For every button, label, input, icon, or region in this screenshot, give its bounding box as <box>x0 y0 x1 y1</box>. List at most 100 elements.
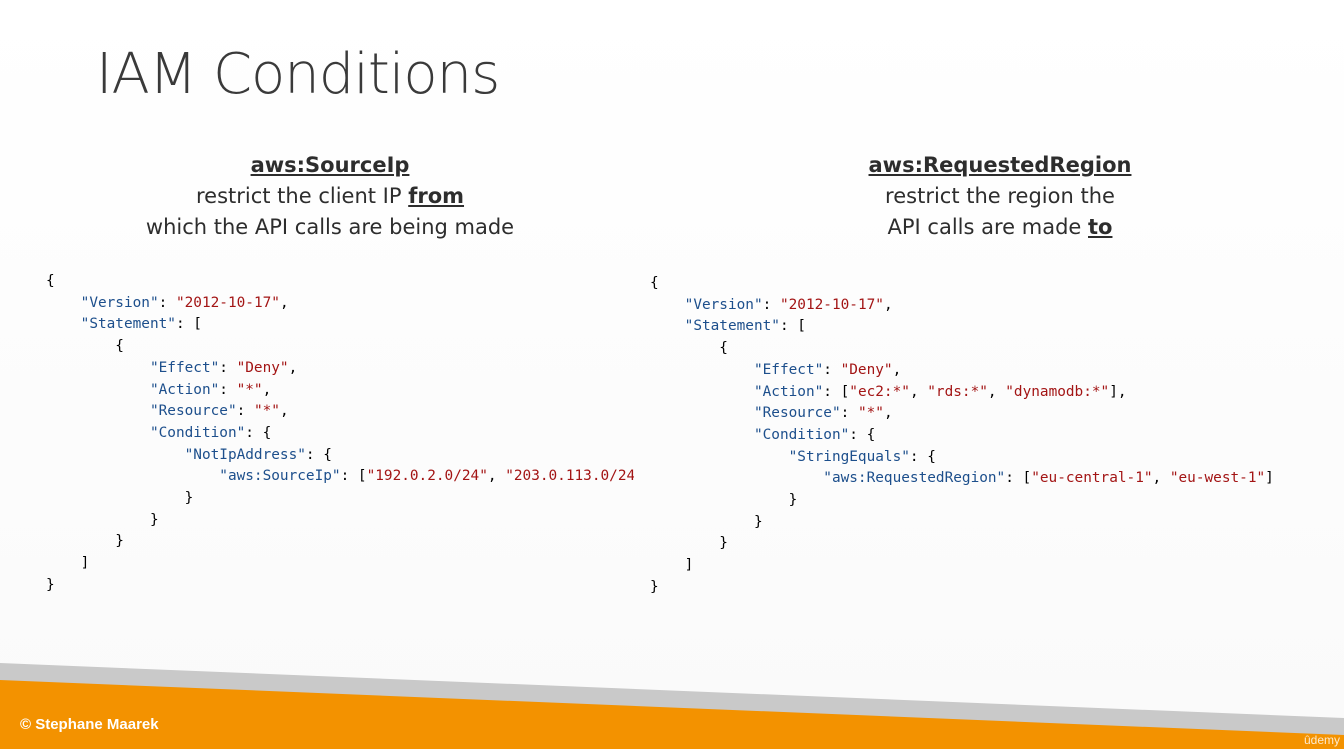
code-line: { <box>650 273 1340 295</box>
json-punctuation: : <box>158 294 176 311</box>
requested-region-heading-block: aws:RequestedRegion restrict the region … <box>820 150 1180 243</box>
json-key: "Action" <box>149 381 220 398</box>
code-line: "Condition": { <box>46 423 634 445</box>
code-line: { <box>46 336 634 358</box>
code-line: } <box>650 512 1340 534</box>
json-punctuation: } <box>46 533 124 550</box>
json-punctuation: : [ <box>175 316 202 333</box>
json-key: "aws:RequestedRegion" <box>823 470 1006 487</box>
code-line: { <box>650 338 1340 360</box>
json-punctuation: { <box>650 340 728 357</box>
json-key: "Resource" <box>149 403 237 420</box>
json-punctuation: , <box>883 296 893 313</box>
json-key: "Version" <box>80 294 159 311</box>
code-line: ] <box>46 553 634 575</box>
code-line: } <box>650 490 1340 512</box>
code-line: "Effect": "Deny", <box>650 360 1340 382</box>
code-line: "aws:SourceIp": ["192.0.2.0/24", "203.0.… <box>46 466 634 488</box>
json-punctuation <box>650 470 823 486</box>
json-punctuation: ], <box>1109 383 1127 400</box>
json-punctuation <box>46 360 150 376</box>
json-key: "NotIpAddress" <box>184 446 306 463</box>
code-line: "Version": "2012-10-17", <box>650 295 1340 317</box>
json-punctuation: : <box>219 359 237 376</box>
json-punctuation: : [ <box>779 318 806 335</box>
source-ip-heading: aws:SourceIp <box>250 153 410 177</box>
json-punctuation: } <box>650 535 728 552</box>
json-string: "2012-10-17" <box>779 296 884 313</box>
json-punctuation: : [ <box>1005 470 1032 487</box>
json-string: "ec2:*" <box>849 383 910 400</box>
json-string: "rds:*" <box>927 383 988 400</box>
code-line: "Statement": [ <box>46 314 634 336</box>
json-key: "Condition" <box>149 424 246 441</box>
json-string: "2012-10-17" <box>175 294 280 311</box>
json-punctuation: ] <box>1265 470 1274 487</box>
json-punctuation <box>650 384 754 400</box>
requested-region-desc-pre: API calls are made <box>887 215 1088 239</box>
json-key: "Version" <box>684 296 763 313</box>
json-string: "*" <box>857 405 884 422</box>
code-line: } <box>650 533 1340 555</box>
json-punctuation: ] <box>46 555 90 572</box>
code-line: "Condition": { <box>650 425 1340 447</box>
json-punctuation <box>650 427 754 443</box>
json-punctuation: } <box>650 513 763 530</box>
source-ip-heading-block: aws:SourceIp restrict the client IP from… <box>110 150 550 243</box>
json-key: "Resource" <box>753 405 841 422</box>
source-ip-desc-line2: which the API calls are being made <box>145 215 515 239</box>
json-punctuation: } <box>650 578 659 595</box>
footer-copyright: © Stephane Maarek <box>20 716 159 733</box>
requested-region-desc-emphasis: to <box>1088 215 1113 239</box>
json-punctuation: , <box>279 403 289 420</box>
json-punctuation: : <box>236 403 254 420</box>
json-key: "Effect" <box>753 361 824 378</box>
json-punctuation <box>46 295 81 311</box>
json-key: "StringEquals" <box>788 448 910 465</box>
json-punctuation <box>46 316 81 332</box>
json-punctuation <box>46 382 150 398</box>
source-ip-policy-code: { "Version": "2012-10-17", "Statement": … <box>46 271 634 601</box>
json-punctuation: : <box>823 361 841 378</box>
json-punctuation <box>46 403 150 419</box>
code-line: "NotIpAddress": { <box>46 445 634 467</box>
json-punctuation: , <box>892 361 902 378</box>
source-ip-desc-emphasis: from <box>408 184 465 208</box>
slide-title: IAM Conditions <box>96 42 500 107</box>
json-punctuation <box>46 447 185 463</box>
json-string: "Deny" <box>236 359 289 376</box>
code-line: "Action": "*", <box>46 380 634 402</box>
code-line: ] <box>650 555 1340 577</box>
json-punctuation: } <box>46 511 159 528</box>
requested-region-policy-code: { "Version": "2012-10-17", "Statement": … <box>650 273 1340 613</box>
json-string: "eu-central-1" <box>1031 470 1153 487</box>
json-punctuation: : <box>840 405 858 422</box>
json-string: "192.0.2.0/24" <box>366 468 488 485</box>
code-line: "StringEquals": { <box>650 447 1340 469</box>
json-key: "Action" <box>753 383 824 400</box>
code-line: } <box>650 577 1340 599</box>
source-ip-desc-line1: restrict the client IP from <box>196 184 464 208</box>
json-punctuation: : [ <box>340 468 367 485</box>
json-punctuation: , <box>279 294 289 311</box>
json-string: "Deny" <box>840 361 893 378</box>
code-line: } <box>46 575 634 597</box>
udemy-watermark: ûdemy <box>1303 733 1340 747</box>
json-key: "aws:SourceIp" <box>219 468 341 485</box>
json-punctuation <box>650 405 754 421</box>
code-line: } <box>46 488 634 510</box>
json-punctuation: : { <box>305 446 332 463</box>
json-punctuation: ] <box>650 557 694 574</box>
source-ip-desc-pre: restrict the client IP <box>195 184 409 208</box>
json-key: "Effect" <box>149 359 220 376</box>
code-line: "aws:RequestedRegion": ["eu-central-1", … <box>650 468 1340 490</box>
code-line: "Statement": [ <box>650 316 1340 338</box>
json-punctuation: : <box>219 381 237 398</box>
json-punctuation <box>650 449 789 465</box>
json-punctuation <box>650 297 685 313</box>
json-punctuation: : { <box>245 424 272 441</box>
json-punctuation: } <box>46 490 194 507</box>
json-string: "*" <box>253 403 280 420</box>
code-line: } <box>46 531 634 553</box>
code-line: "Effect": "Deny", <box>46 358 634 380</box>
